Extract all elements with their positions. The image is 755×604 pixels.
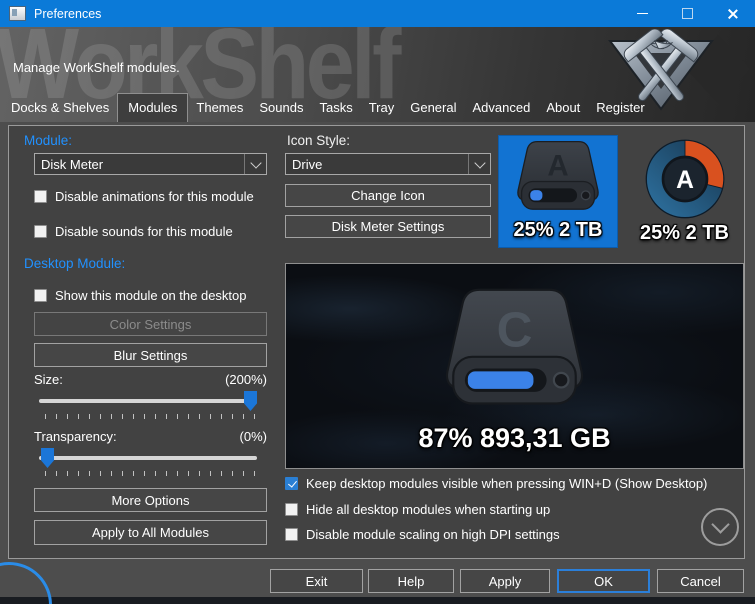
- blur-settings-button[interactable]: Blur Settings: [34, 343, 267, 367]
- tab-themes[interactable]: Themes: [188, 96, 251, 122]
- tab-about[interactable]: About: [538, 96, 588, 122]
- checkbox-label: Keep desktop modules visible when pressi…: [306, 476, 707, 491]
- exit-button[interactable]: Exit: [270, 569, 363, 593]
- transparency-row: Transparency: (0%): [34, 429, 267, 444]
- maximize-button[interactable]: [665, 0, 710, 27]
- size-slider[interactable]: [39, 390, 257, 411]
- cancel-button[interactable]: Cancel: [657, 569, 744, 593]
- tab-docks-shelves[interactable]: Docks & Shelves: [3, 96, 117, 122]
- checkbox-icon: [34, 225, 47, 238]
- transparency-slider-thumb[interactable]: [41, 448, 54, 468]
- more-options-button[interactable]: More Options: [34, 488, 267, 512]
- change-icon-button[interactable]: Change Icon: [285, 184, 491, 207]
- large-drive-icon: C: [427, 281, 602, 421]
- maximize-icon: [682, 8, 693, 19]
- module-select-value: Disk Meter: [35, 157, 244, 172]
- module-large-preview: C 87% 893,31 GB: [285, 263, 744, 469]
- module-select[interactable]: Disk Meter: [34, 153, 267, 175]
- checkbox-icon: [34, 289, 47, 302]
- icon-style-select[interactable]: Drive: [285, 153, 491, 175]
- close-icon: [727, 8, 739, 20]
- expand-more-button[interactable]: [701, 508, 739, 546]
- checkbox-icon: [285, 503, 298, 516]
- checkbox-icon: [34, 190, 47, 203]
- checkbox-label: Disable animations for this module: [55, 189, 254, 204]
- drive-icon: A: [506, 136, 610, 220]
- disk-meter-settings-button[interactable]: Disk Meter Settings: [285, 215, 491, 238]
- color-settings-button: Color Settings: [34, 312, 267, 336]
- window-controls: [620, 0, 755, 27]
- minimize-icon: [637, 13, 648, 15]
- window-bottom-edge: [0, 597, 755, 604]
- icon-style-select-value: Drive: [286, 157, 468, 172]
- pie-preview-caption: 25% 2 TB: [640, 223, 729, 243]
- slider-track[interactable]: [39, 456, 257, 460]
- transparency-value: (0%): [240, 429, 267, 444]
- decorative-blue-arc: [0, 562, 52, 604]
- large-drive-letter: C: [497, 301, 533, 357]
- app-icon: [9, 6, 26, 21]
- transparency-label: Transparency:: [34, 429, 117, 444]
- checkbox-disable-sounds[interactable]: Disable sounds for this module: [34, 224, 233, 239]
- tab-bar: Docks & Shelves Modules Themes Sounds Ta…: [3, 93, 653, 122]
- checkbox-hide-startup[interactable]: Hide all desktop modules when starting u…: [285, 502, 550, 517]
- checkbox-label: Show this module on the desktop: [55, 288, 247, 303]
- desktop-module-heading: Desktop Module:: [24, 256, 125, 271]
- help-button[interactable]: Help: [368, 569, 454, 593]
- size-slider-ticks: [45, 414, 257, 419]
- slider-track[interactable]: [39, 399, 257, 403]
- ok-button[interactable]: OK: [557, 569, 650, 593]
- header-subtitle: Manage WorkShelf modules.: [13, 60, 180, 75]
- tab-modules[interactable]: Modules: [117, 93, 188, 122]
- tab-general[interactable]: General: [402, 96, 464, 122]
- size-row: Size: (200%): [34, 372, 267, 387]
- module-heading: Module:: [24, 133, 72, 148]
- tab-advanced[interactable]: Advanced: [464, 96, 538, 122]
- pie-style-preview[interactable]: A 25% 2 TB: [623, 135, 746, 248]
- checkbox-icon: [285, 477, 298, 490]
- size-value: (200%): [225, 372, 267, 387]
- chevron-down-circle-icon: [711, 515, 729, 533]
- checkbox-label: Disable sounds for this module: [55, 224, 233, 239]
- checkbox-label: Hide all desktop modules when starting u…: [306, 502, 550, 517]
- drive-letter: A: [547, 149, 568, 182]
- tab-register[interactable]: Register: [588, 96, 652, 122]
- pie-letter: A: [676, 167, 694, 194]
- checkbox-icon: [285, 528, 298, 541]
- size-label: Size:: [34, 372, 63, 387]
- transparency-slider[interactable]: [39, 447, 257, 468]
- titlebar: Preferences: [0, 0, 755, 27]
- preferences-window: Preferences WorkShelf Manage WorkShelf m…: [0, 0, 755, 604]
- drive-style-preview[interactable]: A 25% 2 TB: [498, 135, 618, 248]
- tab-tasks[interactable]: Tasks: [311, 96, 360, 122]
- apply-button[interactable]: Apply: [460, 569, 550, 593]
- tab-sounds[interactable]: Sounds: [251, 96, 311, 122]
- checkbox-show-on-desktop[interactable]: Show this module on the desktop: [34, 288, 247, 303]
- pie-chart-icon: A: [641, 135, 729, 223]
- minimize-button[interactable]: [620, 0, 665, 27]
- checkbox-disable-scaling[interactable]: Disable module scaling on high DPI setti…: [285, 527, 560, 542]
- transparency-slider-ticks: [45, 471, 257, 476]
- tab-tray[interactable]: Tray: [361, 96, 403, 122]
- modules-panel: Module: Disk Meter Disable animations fo…: [8, 125, 745, 559]
- checkbox-label: Disable module scaling on high DPI setti…: [306, 527, 560, 542]
- header: WorkShelf Manage WorkShelf modules.: [0, 27, 755, 122]
- chevron-down-icon: [468, 154, 490, 174]
- window-title: Preferences: [34, 7, 101, 21]
- checkbox-disable-animations[interactable]: Disable animations for this module: [34, 189, 254, 204]
- apply-to-all-modules-button[interactable]: Apply to All Modules: [34, 520, 267, 545]
- close-button[interactable]: [710, 0, 755, 27]
- drive-preview-caption: 25% 2 TB: [514, 220, 603, 240]
- icon-style-heading: Icon Style:: [287, 133, 350, 148]
- size-slider-thumb[interactable]: [244, 391, 257, 411]
- checkbox-keep-visible[interactable]: Keep desktop modules visible when pressi…: [285, 476, 707, 491]
- large-preview-caption: 87% 893,31 GB: [418, 425, 610, 452]
- chevron-down-icon: [244, 154, 266, 174]
